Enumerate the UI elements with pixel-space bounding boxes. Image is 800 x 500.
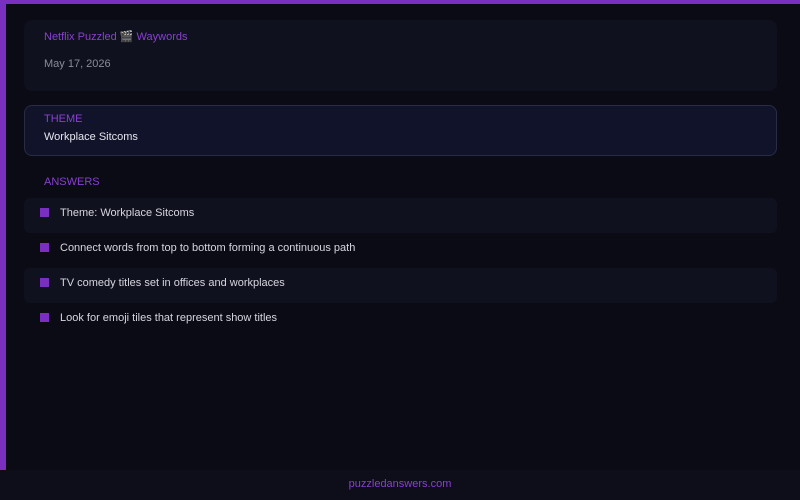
left-accent-bar [0,0,6,470]
bullet-square-icon [40,208,49,217]
publish-date: May 17, 2026 [44,58,111,70]
list-item: Theme: Workplace Sitcoms [24,198,777,233]
bullet-square-icon [40,243,49,252]
answers-heading: ANSWERS [44,176,100,188]
bullet-square-icon [40,278,49,287]
answer-text: TV comedy titles set in offices and work… [60,277,285,289]
list-item: Look for emoji tiles that represent show… [24,303,777,338]
theme-value: Workplace Sitcoms [44,131,138,143]
bullet-square-icon [40,313,49,322]
top-accent-bar [0,0,800,4]
header-card: Netflix Puzzled 🎬 Waywords May 17, 2026 [24,20,777,91]
answer-text: Theme: Workplace Sitcoms [60,207,195,219]
answers-list: Theme: Workplace Sitcoms Connect words f… [24,198,777,338]
breadcrumb[interactable]: Netflix Puzzled 🎬 Waywords [44,30,188,43]
theme-label: THEME [44,113,83,125]
theme-card: THEME Workplace Sitcoms [24,105,777,156]
list-item: TV comedy titles set in offices and work… [24,268,777,303]
footer-site-link[interactable]: puzzledanswers.com [349,478,452,490]
answer-text: Connect words from top to bottom forming… [60,242,356,254]
list-item: Connect words from top to bottom forming… [24,233,777,268]
footer: puzzledanswers.com [0,470,800,500]
answer-text: Look for emoji tiles that represent show… [60,312,278,324]
